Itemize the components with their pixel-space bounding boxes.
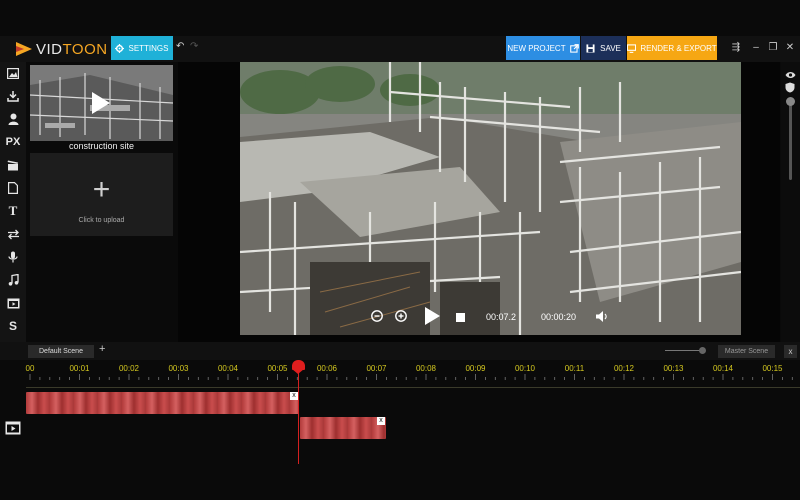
render-export-button[interactable]: RENDER & EXPORT bbox=[627, 36, 717, 60]
clapper-icon[interactable] bbox=[0, 154, 26, 176]
playhead-tip bbox=[292, 369, 304, 374]
layout-icon[interactable]: ⇶ bbox=[730, 42, 742, 53]
volume-slider-handle[interactable] bbox=[786, 97, 795, 106]
px-icon[interactable]: PX bbox=[0, 131, 26, 153]
stop-icon[interactable] bbox=[454, 311, 466, 323]
add-scene-button[interactable]: + bbox=[99, 343, 105, 355]
logo-text-suffix: TOON bbox=[62, 40, 108, 58]
right-sidebar bbox=[781, 62, 800, 342]
restore-icon[interactable]: ❐ bbox=[767, 42, 779, 53]
ruler-label: 00:01 bbox=[69, 364, 90, 373]
gear-icon bbox=[115, 43, 125, 53]
music-icon[interactable] bbox=[0, 269, 26, 291]
thumbnail-play-icon bbox=[92, 92, 110, 114]
text-icon[interactable]: T bbox=[0, 200, 26, 222]
volume-slider-track[interactable] bbox=[789, 102, 792, 180]
ruler-label: 00:10 bbox=[514, 364, 536, 373]
settings-button[interactable]: SETTINGS bbox=[111, 36, 173, 60]
video-clip-icon[interactable] bbox=[0, 292, 26, 314]
app-logo: VIDTOON bbox=[14, 36, 108, 62]
ruler-label: 00:15 bbox=[762, 364, 783, 373]
timeline-zoom-handle[interactable] bbox=[699, 347, 706, 354]
ruler-label: 00:08 bbox=[415, 364, 437, 373]
undo-icon[interactable]: ↶ bbox=[176, 41, 184, 52]
top-toolbar: VIDTOON SETTINGS ↶ ↷ NEW PROJECT SAVE RE… bbox=[0, 36, 800, 62]
ruler-label: 00:14 bbox=[712, 364, 734, 373]
microphone-icon[interactable] bbox=[0, 246, 26, 268]
transition-icon[interactable] bbox=[0, 223, 26, 245]
floppy-icon bbox=[586, 43, 595, 53]
render-export-label: RENDER & EXPORT bbox=[640, 43, 717, 53]
scene-bar: Default Scene + Master Scene x bbox=[0, 342, 800, 360]
ruler-label: 00:05 bbox=[267, 364, 288, 373]
ruler-label: 00 bbox=[25, 364, 35, 373]
eye-icon[interactable] bbox=[785, 66, 797, 78]
new-project-label: NEW PROJECT bbox=[507, 43, 566, 53]
zoom-in-icon[interactable] bbox=[394, 309, 408, 323]
upload-label: Click to upload bbox=[78, 217, 125, 224]
timeline-clip[interactable] bbox=[300, 417, 386, 439]
total-time: 00:00:20 bbox=[541, 312, 577, 322]
video-track-icon bbox=[5, 421, 21, 435]
video-frame-image bbox=[240, 62, 741, 335]
thumbnail-label: construction site bbox=[68, 141, 135, 151]
shield-icon[interactable] bbox=[785, 80, 797, 93]
clip-close-button[interactable]: x bbox=[290, 392, 298, 400]
clip-close-button[interactable]: x bbox=[377, 417, 385, 425]
scene-close-button[interactable]: x bbox=[784, 345, 797, 358]
redo-icon[interactable]: ↷ bbox=[190, 41, 198, 52]
s-icon[interactable]: S bbox=[0, 315, 26, 337]
video-preview[interactable]: 00:07.2 00:00:20 bbox=[240, 62, 741, 335]
ruler-ticks bbox=[29, 374, 793, 380]
timeline-clip[interactable] bbox=[26, 392, 299, 414]
download-icon[interactable] bbox=[0, 85, 26, 107]
ruler-label: 00:11 bbox=[564, 364, 585, 373]
timeline-scroll-area[interactable] bbox=[0, 464, 800, 500]
image-icon[interactable] bbox=[0, 62, 26, 84]
media-thumbnail[interactable] bbox=[30, 65, 173, 141]
user-icon[interactable] bbox=[0, 108, 26, 130]
current-time: 00:07.2 bbox=[486, 312, 517, 322]
ruler-label: 00:12 bbox=[613, 364, 635, 373]
document-icon[interactable] bbox=[0, 177, 26, 199]
ruler-label: 00:09 bbox=[465, 364, 486, 373]
media-panel: construction site + Click to upload bbox=[26, 62, 178, 342]
volume-icon[interactable] bbox=[594, 309, 610, 323]
external-link-icon bbox=[569, 43, 579, 53]
logo-play-icon bbox=[16, 42, 32, 56]
close-window-icon[interactable]: ✕ bbox=[784, 42, 796, 53]
settings-label: SETTINGS bbox=[128, 43, 169, 53]
upload-area[interactable]: + Click to upload bbox=[30, 153, 173, 236]
play-icon[interactable] bbox=[422, 306, 442, 326]
ruler-label: 00:07 bbox=[366, 364, 387, 373]
plus-icon: + bbox=[92, 173, 111, 206]
track-divider bbox=[26, 387, 800, 388]
save-button[interactable]: SAVE bbox=[581, 36, 626, 60]
master-scene-button[interactable]: Master Scene bbox=[718, 345, 775, 358]
logo-text-prefix: VID bbox=[36, 40, 63, 58]
playhead-line bbox=[298, 368, 299, 464]
ruler-label: 00:04 bbox=[217, 364, 239, 373]
ruler-label: 00:03 bbox=[168, 364, 189, 373]
zoom-out-icon[interactable] bbox=[370, 309, 384, 323]
scene-tab-default[interactable]: Default Scene bbox=[28, 345, 94, 358]
ruler-label: 00:13 bbox=[663, 364, 684, 373]
new-project-button[interactable]: NEW PROJECT bbox=[506, 36, 580, 60]
ruler-label: 00:06 bbox=[316, 364, 338, 373]
tool-sidebar: PX T S bbox=[0, 62, 26, 342]
monitor-icon bbox=[627, 43, 637, 53]
save-label: SAVE bbox=[600, 43, 621, 53]
minimize-icon[interactable]: – bbox=[750, 42, 762, 53]
ruler-label: 00:02 bbox=[118, 364, 140, 373]
